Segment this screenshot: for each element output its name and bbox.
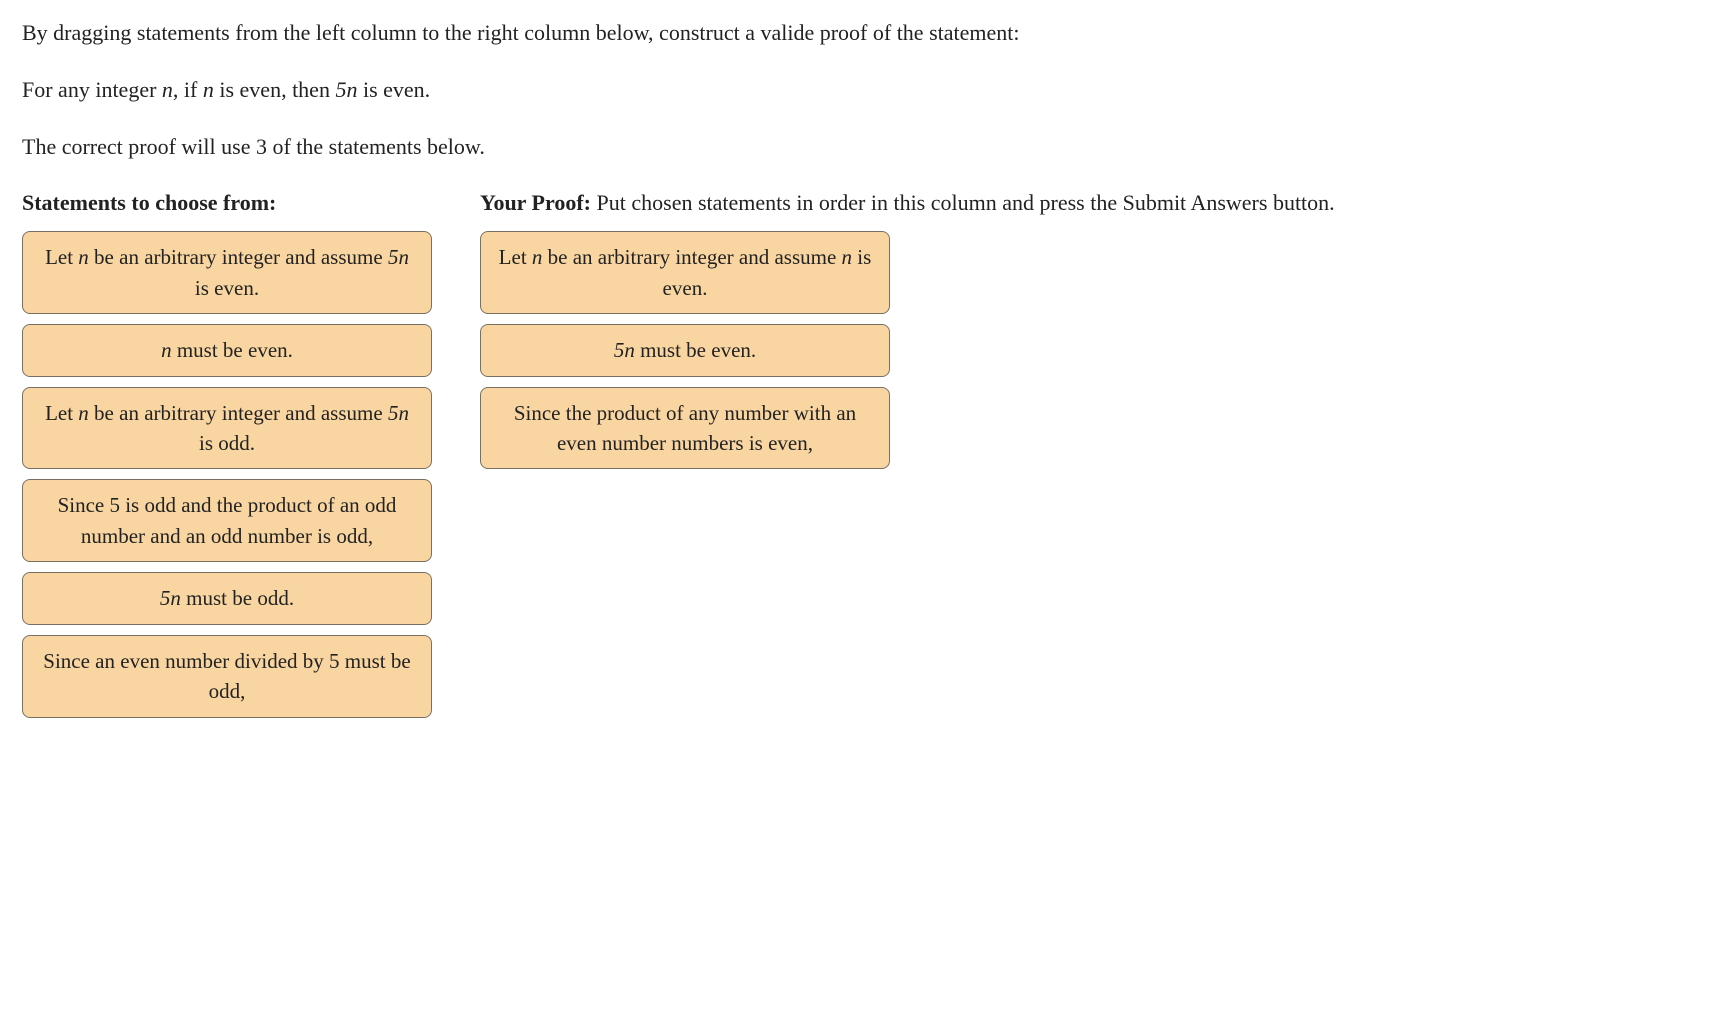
statements-header-text: Statements to choose from: (22, 190, 276, 215)
text: For any integer (22, 77, 162, 102)
statement-card[interactable]: Let n be an arbitrary integer and assume… (22, 231, 432, 314)
text: Since the product of any number with an … (514, 401, 856, 455)
text: must be even. (635, 338, 756, 362)
proof-card[interactable]: Let n be an arbitrary integer and assume… (480, 231, 890, 314)
var: n (161, 338, 172, 362)
statement-card[interactable]: n must be even. (22, 324, 432, 376)
var-n: n (162, 77, 173, 102)
statement-card[interactable]: Let n be an arbitrary integer and assume… (22, 387, 432, 470)
instruction-line-2: For any integer n, if n is even, then 5n… (22, 75, 1698, 106)
proof-dropzone[interactable]: Let n be an arbitrary integer and assume… (480, 231, 1698, 469)
text: must be odd. (181, 586, 294, 610)
statement-card[interactable]: Since 5 is odd and the product of an odd… (22, 479, 432, 562)
statements-header: Statements to choose from: (22, 188, 452, 219)
proof-card[interactable]: 5n must be even. (480, 324, 890, 376)
proof-header-rest: Put chosen statements in order in this c… (591, 190, 1335, 215)
text: Since an even number divided by 5 must b… (43, 649, 410, 703)
var: 5n (388, 401, 409, 425)
var-5n: 5n (335, 77, 357, 102)
text: The correct proof will use 3 of the stat… (22, 134, 485, 159)
var: n (78, 401, 89, 425)
text: Since 5 is odd and the product of an odd… (58, 493, 397, 547)
text: is odd. (199, 431, 255, 455)
text: is even. (357, 77, 430, 102)
var: n (78, 245, 89, 269)
text: By dragging statements from the left col… (22, 20, 1020, 45)
var-n: n (203, 77, 214, 102)
statements-list: Let n be an arbitrary integer and assume… (22, 231, 452, 717)
var: n (842, 245, 853, 269)
text: be an arbitrary integer and assume (542, 245, 841, 269)
instruction-line-1: By dragging statements from the left col… (22, 18, 1698, 49)
text: , if (173, 77, 203, 102)
text: Let (45, 245, 78, 269)
statement-card[interactable]: Since an even number divided by 5 must b… (22, 635, 432, 718)
text: Let (45, 401, 78, 425)
var: 5n (614, 338, 635, 362)
proof-header-strong: Your Proof: (480, 190, 591, 215)
statement-card[interactable]: 5n must be odd. (22, 572, 432, 624)
var: 5n (160, 586, 181, 610)
var: n (532, 245, 543, 269)
instructions-block: By dragging statements from the left col… (22, 18, 1698, 162)
text: is even, then (214, 77, 336, 102)
text: is even. (195, 276, 259, 300)
text: be an arbitrary integer and assume (89, 245, 388, 269)
text: Let (499, 245, 532, 269)
text: must be even. (172, 338, 293, 362)
statements-column: Statements to choose from: Let n be an a… (22, 188, 452, 727)
proof-card[interactable]: Since the product of any number with an … (480, 387, 890, 470)
instruction-line-3: The correct proof will use 3 of the stat… (22, 132, 1698, 163)
var: 5n (388, 245, 409, 269)
proof-column: Your Proof: Put chosen statements in ord… (480, 188, 1698, 479)
text: be an arbitrary integer and assume (89, 401, 388, 425)
proof-header: Your Proof: Put chosen statements in ord… (480, 188, 1698, 219)
